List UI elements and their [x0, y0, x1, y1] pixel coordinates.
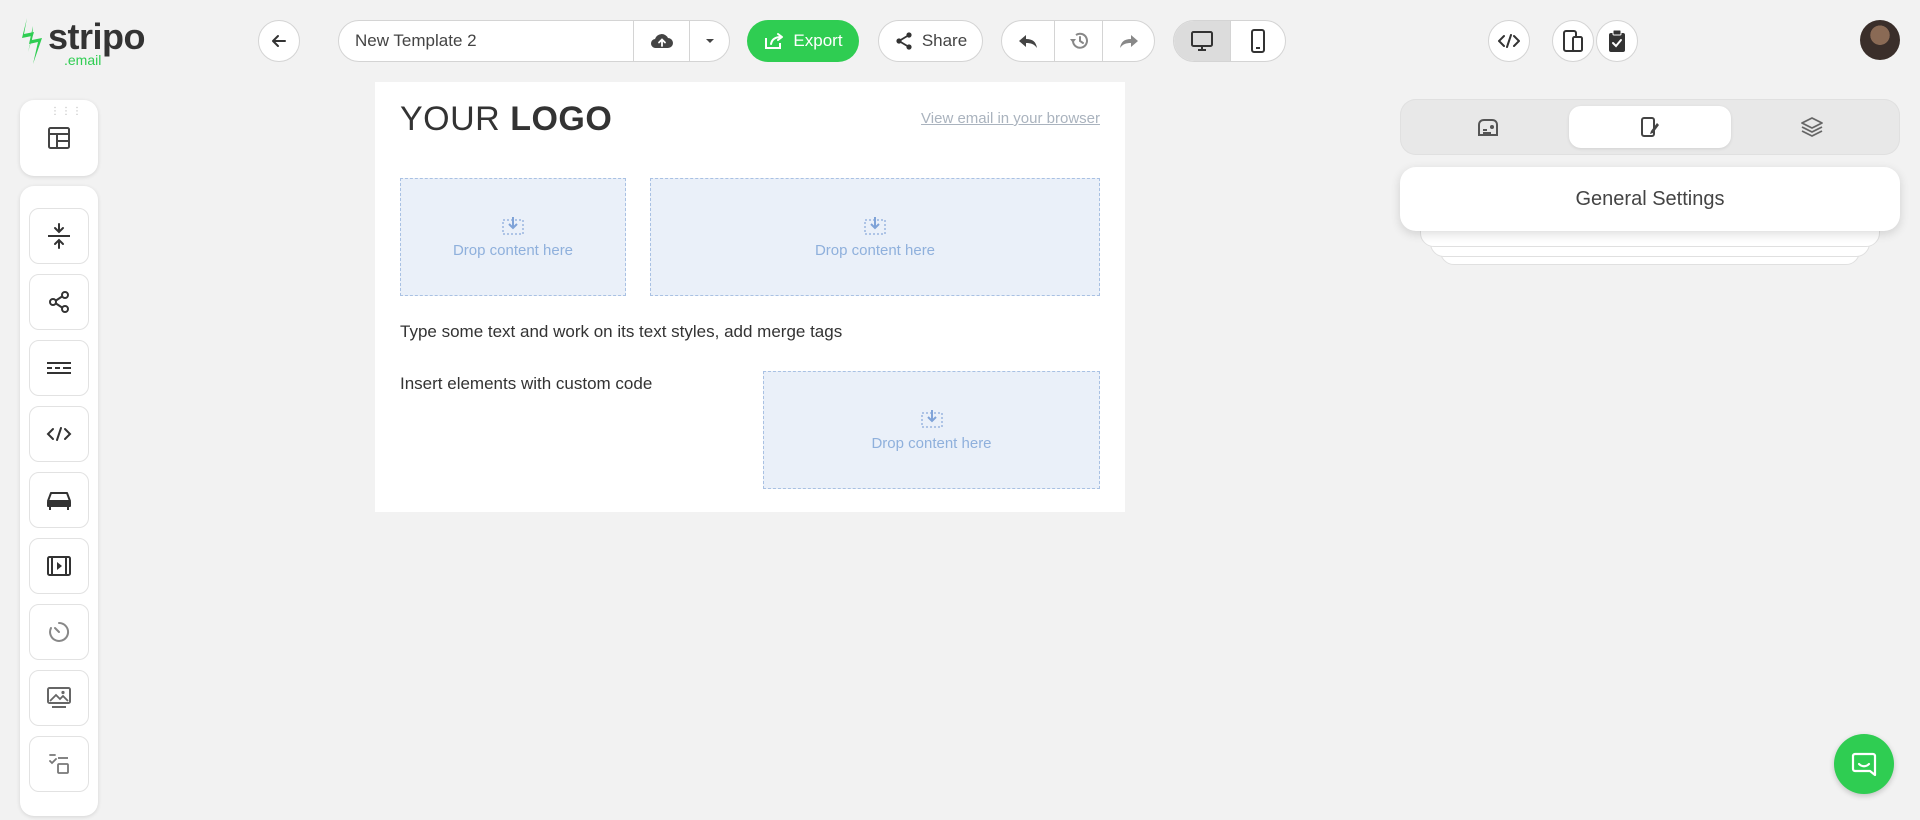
chat-icon: [1851, 752, 1877, 777]
content-settings-icon: [1641, 117, 1659, 137]
share-icon: [896, 32, 912, 50]
share-label: Share: [921, 31, 968, 50]
email-canvas[interactable]: YOUR LOGO View email in your browser Dro…: [375, 82, 1125, 512]
save-options-dropdown[interactable]: [689, 21, 729, 61]
drop-zone[interactable]: Drop content here: [650, 178, 1100, 296]
email-logo-bold: LOGO: [510, 100, 613, 138]
stripo-suffix: .email: [64, 52, 102, 68]
custom-code-text[interactable]: Insert elements with custom code: [400, 374, 652, 394]
image-gallery-icon: [47, 687, 71, 708]
drop-zone-label: Drop content here: [452, 241, 574, 259]
text-block[interactable]: Type some text and work on its text styl…: [400, 322, 842, 342]
device-toggle: [1173, 20, 1286, 62]
drop-zone-label: Drop content here: [814, 241, 936, 259]
social-block[interactable]: [29, 274, 89, 330]
history-group: [1001, 20, 1155, 62]
video-icon: [47, 556, 71, 576]
stripo-bolt-icon: [22, 18, 42, 64]
tab-layers[interactable]: [1731, 106, 1893, 148]
tab-appearance[interactable]: [1407, 106, 1569, 148]
redo-button[interactable]: [1102, 21, 1154, 61]
export-label: Export: [793, 31, 843, 50]
arrow-left-icon: [272, 35, 286, 47]
drop-zone[interactable]: Drop content here: [400, 178, 626, 296]
structures-panel-button[interactable]: ⋮⋮⋮: [20, 100, 98, 176]
drop-arrow-icon: [920, 409, 943, 428]
save-to-cloud-button[interactable]: [633, 21, 689, 61]
code-editor-icon: [1498, 34, 1520, 48]
spacer-icon: [48, 223, 70, 249]
menu-block[interactable]: [29, 340, 89, 396]
view-in-browser-link[interactable]: View email in your browser: [921, 110, 1100, 127]
undo-button[interactable]: [1002, 21, 1054, 61]
user-avatar[interactable]: [1860, 20, 1900, 60]
drag-handle-icon: ⋮⋮⋮: [50, 106, 83, 117]
code-editor-button[interactable]: [1488, 20, 1530, 62]
timer-icon: [49, 621, 70, 642]
preview-button[interactable]: [1552, 20, 1594, 62]
drop-zone-label: Drop content here: [871, 434, 992, 452]
export-button[interactable]: Export: [747, 20, 859, 62]
undo-icon: [1019, 35, 1037, 48]
html-code-icon: [46, 427, 72, 441]
chat-button[interactable]: [1834, 734, 1894, 794]
chevron-down-icon: [705, 39, 714, 43]
html-block[interactable]: [29, 406, 89, 462]
blocks-panel: [20, 186, 98, 816]
social-share-icon: [49, 291, 69, 313]
general-settings-card[interactable]: General Settings: [1400, 167, 1900, 231]
drop-arrow-icon: [864, 216, 886, 235]
test-checklist-icon: [1609, 29, 1625, 52]
appearance-icon: [1478, 119, 1498, 136]
form-block[interactable]: [29, 736, 89, 792]
redo-icon: [1119, 35, 1138, 48]
email-logo-regular: YOUR: [400, 100, 511, 138]
email-logo[interactable]: YOUR LOGO: [400, 100, 612, 139]
desktop-icon: [1190, 31, 1213, 51]
banner-icon: [47, 492, 71, 510]
desktop-view-button[interactable]: [1174, 21, 1230, 61]
layers-icon: [1801, 117, 1823, 137]
version-history-button[interactable]: [1054, 21, 1102, 61]
banner-block[interactable]: [29, 472, 89, 528]
template-name-input[interactable]: [339, 21, 633, 61]
image-gallery-block[interactable]: [29, 670, 89, 726]
drop-zone[interactable]: Drop content here: [763, 371, 1100, 489]
cloud-upload-icon: [650, 34, 673, 49]
mobile-view-button[interactable]: [1229, 21, 1286, 61]
spacer-block[interactable]: [29, 208, 89, 264]
settings-tabs: [1400, 99, 1900, 155]
template-name-group: [338, 20, 730, 62]
back-button[interactable]: [258, 20, 300, 62]
structure-layout-icon: [48, 127, 70, 149]
menu-icon: [47, 362, 71, 374]
timer-block[interactable]: [29, 604, 89, 660]
drop-arrow-icon: [502, 216, 524, 235]
tab-content-settings[interactable]: [1569, 106, 1731, 148]
mobile-icon: [1250, 29, 1265, 53]
form-icon: [49, 754, 69, 774]
video-block[interactable]: [29, 538, 89, 594]
test-checklist-button[interactable]: [1596, 20, 1638, 62]
stripo-logo[interactable]: stripo .email: [18, 16, 158, 70]
share-button[interactable]: Share: [878, 20, 983, 62]
export-icon: [765, 33, 784, 49]
preview-icon: [1563, 30, 1583, 52]
version-history-icon: [1069, 32, 1088, 49]
